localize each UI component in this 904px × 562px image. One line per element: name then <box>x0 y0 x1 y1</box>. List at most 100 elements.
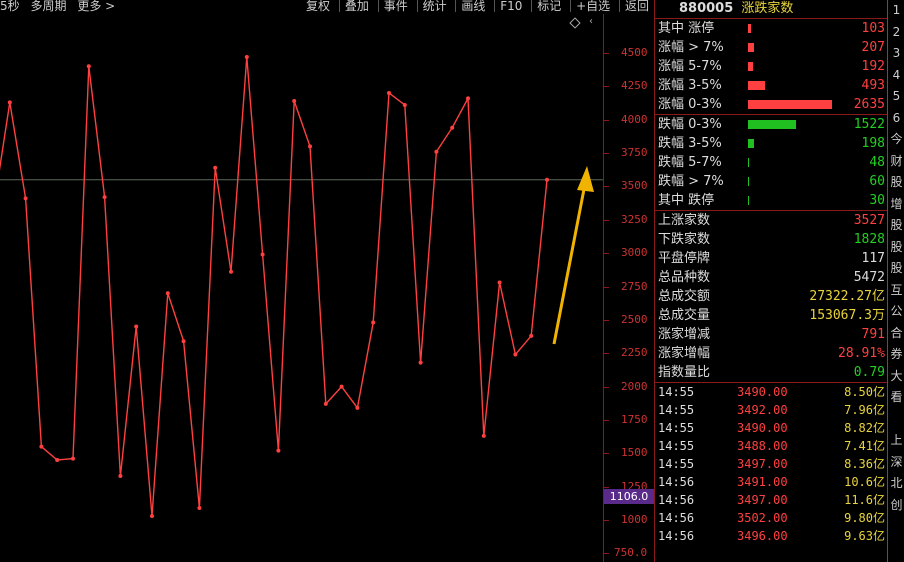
tick-row[interactable]: 14:55 3488.00 7.41亿 <box>655 437 887 455</box>
side-tab[interactable]: 北 <box>888 473 904 495</box>
side-tab[interactable]: 股 <box>888 237 904 259</box>
back-button[interactable]: 返回 <box>618 0 654 12</box>
row-label: 跌幅 0-3% <box>658 117 722 132</box>
events-button[interactable]: 事件 <box>377 0 413 12</box>
f10-button[interactable]: F10 <box>494 0 527 12</box>
side-tab[interactable]: 公 <box>888 301 904 323</box>
data-point <box>165 291 170 296</box>
y-tick-label: 4250 <box>621 79 648 93</box>
side-tab[interactable] <box>888 409 904 431</box>
series-line <box>0 56 548 517</box>
add-watchlist-button[interactable]: +自选 <box>570 0 615 12</box>
side-tab[interactable]: 6 <box>888 108 904 130</box>
overlay-button[interactable]: 叠加 <box>338 0 374 12</box>
side-tab[interactable]: 创 <box>888 495 904 517</box>
tick-row[interactable]: 14:55 3492.00 7.96亿 <box>655 401 887 419</box>
row-label: 跌幅 5-7% <box>658 155 722 170</box>
stat-row: 下跌家数 1828 <box>655 230 887 249</box>
y-tick-label: 750.0 <box>614 546 648 560</box>
stat-value: 28.91% <box>838 346 885 361</box>
breadth-row: 跌幅 0-3% 1522 <box>655 115 887 134</box>
stat-label: 总成交额 <box>658 289 711 304</box>
tick-row[interactable]: 14:56 3497.00 11.6亿 <box>655 491 887 509</box>
tick-list[interactable]: 14:55 3490.00 8.50亿 14:55 3492.00 7.96亿 14:55 3… <box>655 383 887 545</box>
data-point <box>118 474 123 478</box>
row-label: 涨幅 0-3% <box>658 97 722 112</box>
tick-amount: 9.80亿 <box>844 511 885 525</box>
row-bar <box>748 81 765 90</box>
period-controls: 5秒 多周期 更多 > <box>0 0 122 12</box>
stat-value: 791 <box>861 327 885 342</box>
index-name: 涨跌家数 <box>741 1 794 16</box>
tick-row[interactable]: 14:56 3502.00 9.80亿 <box>655 509 887 527</box>
row-bar <box>748 158 749 167</box>
draw-line-button[interactable]: 画线 <box>455 0 490 12</box>
side-tab[interactable]: 3 <box>888 43 904 65</box>
side-tab[interactable]: 5 <box>888 86 904 108</box>
side-tab[interactable]: 2 <box>888 22 904 44</box>
multi-period-button[interactable]: 多周期 <box>30 0 66 13</box>
line-chart[interactable] <box>0 14 604 562</box>
row-value: 60 <box>869 174 885 189</box>
side-tab[interactable]: 股 <box>888 215 904 237</box>
stat-value: 0.79 <box>853 365 885 380</box>
side-tab-strip: 123456今财股增股股股互公合券大看上深北创 <box>887 0 904 562</box>
row-label: 其中 涨停 <box>658 21 715 36</box>
stat-row: 涨家增减 791 <box>655 325 887 344</box>
row-bar <box>748 100 832 109</box>
data-point <box>276 448 281 453</box>
side-tab[interactable]: 今 <box>888 129 904 151</box>
stat-label: 指数量比 <box>658 365 711 380</box>
side-tab[interactable]: 看 <box>888 387 904 409</box>
side-tab[interactable]: 互 <box>888 280 904 302</box>
y-tick-mark <box>604 319 609 321</box>
data-point <box>197 506 202 510</box>
row-value: 1522 <box>853 117 885 132</box>
side-tab[interactable]: 股 <box>888 172 904 194</box>
row-bar <box>748 120 796 129</box>
tick-row[interactable]: 14:56 3496.00 9.63亿 <box>655 527 887 545</box>
breadth-row: 涨幅 0-3% 2635 <box>655 95 887 114</box>
y-tick-mark <box>604 186 609 188</box>
side-tab[interactable]: 上 <box>888 430 904 452</box>
data-point <box>102 195 107 200</box>
side-tab[interactable]: 增 <box>888 194 904 216</box>
row-value: 30 <box>869 193 885 208</box>
data-point <box>529 333 534 338</box>
side-tab[interactable]: 券 <box>888 344 904 366</box>
breadth-row: 涨幅 5-7% 192 <box>655 57 887 76</box>
side-tab[interactable]: 1 <box>888 0 904 22</box>
data-point <box>387 91 391 95</box>
more-button[interactable]: 更多 > <box>77 0 115 13</box>
y-tick-label: 2750 <box>621 279 648 293</box>
tick-row[interactable]: 14:55 3490.00 8.82亿 <box>655 419 887 437</box>
y-tick-label: 3750 <box>621 146 648 160</box>
row-value: 198 <box>861 136 885 151</box>
data-point <box>23 196 28 201</box>
side-tab[interactable]: 深 <box>888 452 904 474</box>
tick-time: 14:55 <box>658 385 695 399</box>
stat-row: 指数量比 0.79 <box>655 363 887 382</box>
tick-price: 3488.00 <box>737 439 788 453</box>
statistics-button[interactable]: 统计 <box>416 0 452 12</box>
tick-time: 14:55 <box>658 457 695 471</box>
side-tab[interactable]: 4 <box>888 65 904 87</box>
tick-row[interactable]: 14:55 3497.00 8.36亿 <box>655 455 887 473</box>
stat-row: 总成交量 153067.3万 <box>655 306 887 325</box>
side-tab[interactable]: 股 <box>888 258 904 280</box>
side-tab[interactable]: 大 <box>888 366 904 388</box>
side-tab[interactable]: 合 <box>888 323 904 345</box>
stat-row: 总成交额 27322.27亿 <box>655 287 887 306</box>
breadth-row: 其中 涨停 103 <box>655 19 887 38</box>
restore-rights-button[interactable]: 复权 <box>301 0 335 12</box>
tick-price: 3490.00 <box>737 421 788 435</box>
mark-button[interactable]: 标记 <box>531 0 566 12</box>
period-5s-button[interactable]: 5秒 <box>0 0 20 13</box>
panel-header: 880005 涨跌家数 <box>655 0 887 19</box>
tick-row[interactable]: 14:56 3491.00 10.6亿 <box>655 473 887 491</box>
tick-row[interactable]: 14:55 3490.00 8.50亿 <box>655 383 887 401</box>
data-point <box>71 456 75 461</box>
side-tab[interactable]: 财 <box>888 151 904 173</box>
y-tick-label: 4000 <box>621 112 648 126</box>
data-point <box>260 252 265 257</box>
